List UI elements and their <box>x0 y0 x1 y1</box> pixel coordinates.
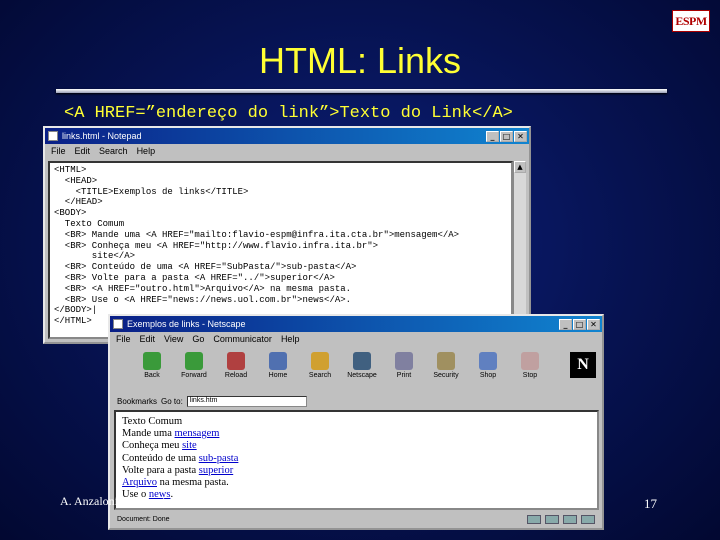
goto-label: Go to: <box>161 396 183 406</box>
menu-communicator[interactable]: Communicator <box>213 334 272 344</box>
page-line: Conheça meu site <box>122 440 591 452</box>
menu-edit[interactable]: Edit <box>75 146 91 156</box>
menu-file[interactable]: File <box>116 334 131 344</box>
menu-help[interactable]: Help <box>281 334 300 344</box>
minimize-button[interactable]: _ <box>559 318 572 330</box>
menu-view[interactable]: View <box>164 334 183 344</box>
page-line: Texto Comum <box>122 416 183 427</box>
line-text: Conheça meu <box>122 440 183 452</box>
line-text: Mande uma <box>122 428 175 440</box>
mensagem-link[interactable]: mensagem <box>175 428 220 439</box>
netscape-toolbar: Back Forward Reload Home Search Netscape… <box>113 349 599 393</box>
notepad-icon <box>48 131 58 141</box>
forward-button[interactable]: Forward <box>175 349 213 393</box>
navigator-icon[interactable] <box>527 514 541 524</box>
page-number: 17 <box>644 496 657 511</box>
reload-icon <box>227 352 245 370</box>
security-label: Security <box>433 372 459 379</box>
netscape-logo-icon: N <box>570 352 596 378</box>
netscape-title: Exemplos de links - Netscape <box>127 319 246 329</box>
bookmarks-button[interactable]: Bookmarks <box>117 397 157 406</box>
superior-link[interactable]: superior <box>199 465 233 476</box>
stop-label: Stop <box>522 372 538 379</box>
print-icon <box>395 352 413 370</box>
espm-logo: ESPM <box>672 10 710 32</box>
page-line: Volte para a pasta superior <box>122 465 591 477</box>
menu-go[interactable]: Go <box>192 334 204 344</box>
maximize-button[interactable]: □ <box>573 318 586 330</box>
forward-icon <box>185 352 203 370</box>
netscape-label: Netscape <box>347 372 377 379</box>
title-divider <box>56 89 667 93</box>
back-label: Back <box>144 372 160 379</box>
slide-title: HTML: Links <box>258 40 462 81</box>
reload-button[interactable]: Reload <box>217 349 255 393</box>
home-label: Home <box>268 372 288 379</box>
stop-icon <box>521 352 539 370</box>
component-tray <box>527 514 599 524</box>
notepad-title: links.html - Notepad <box>62 131 142 141</box>
netscape-icon <box>113 319 123 329</box>
netscape-titlebar[interactable]: Exemplos de links - Netscape _ □ ✕ <box>110 316 602 332</box>
search-label: Search <box>308 372 332 379</box>
back-icon <box>143 352 161 370</box>
notepad-scrollbar[interactable]: ▲ ▼ <box>513 161 526 339</box>
code-example: <A HREF=”endereço do link”>Texto do Link… <box>64 104 513 123</box>
notepad-menubar: File Edit Search Help <box>45 144 529 158</box>
lock-icon <box>437 352 455 370</box>
news-icon[interactable] <box>563 514 577 524</box>
minimize-button[interactable]: _ <box>486 130 499 142</box>
forward-label: Forward <box>181 372 207 379</box>
page-line: Mande uma mensagem <box>122 428 591 440</box>
netscape-button[interactable]: Netscape <box>343 349 381 393</box>
menu-edit[interactable]: Edit <box>140 334 156 344</box>
status-bar: Document: Done <box>113 512 599 526</box>
notepad-text-area[interactable]: <HTML> <HEAD> <TITLE>Exemplos de links</… <box>48 161 513 339</box>
line-text: na mesma pasta. <box>157 477 229 489</box>
netscape-guide-icon <box>353 352 371 370</box>
notepad-titlebar[interactable]: links.html - Notepad _ □ ✕ <box>45 128 529 144</box>
close-button[interactable]: ✕ <box>587 318 600 330</box>
composer-icon[interactable] <box>581 514 595 524</box>
mail-icon[interactable] <box>545 514 559 524</box>
home-icon <box>269 352 287 370</box>
netscape-menubar: File Edit View Go Communicator Help <box>110 332 602 346</box>
close-button[interactable]: ✕ <box>514 130 527 142</box>
location-bar: Bookmarks Go to: links.htm <box>113 394 599 408</box>
page-line: Conteúdo de uma sub-pasta <box>122 453 591 465</box>
shop-label: Shop <box>479 372 497 379</box>
print-label: Print <box>396 372 412 379</box>
shop-icon <box>479 352 497 370</box>
line-text: Volte para a pasta <box>122 464 199 476</box>
notepad-window[interactable]: links.html - Notepad _ □ ✕ File Edit Sea… <box>43 126 531 344</box>
maximize-button[interactable]: □ <box>500 130 513 142</box>
home-button[interactable]: Home <box>259 349 297 393</box>
shop-button[interactable]: Shop <box>469 349 507 393</box>
page-line: Arquivo na mesma pasta. <box>122 477 591 489</box>
back-button[interactable]: Back <box>133 349 171 393</box>
menu-file[interactable]: File <box>51 146 66 156</box>
location-field[interactable]: links.htm <box>186 395 307 407</box>
sub-pasta-link[interactable]: sub-pasta <box>199 453 239 464</box>
arquivo-link[interactable]: Arquivo <box>122 477 157 488</box>
reload-label: Reload <box>224 372 248 379</box>
search-icon <box>311 352 329 370</box>
scroll-up-icon[interactable]: ▲ <box>514 161 526 173</box>
search-button[interactable]: Search <box>301 349 339 393</box>
stop-button[interactable]: Stop <box>511 349 549 393</box>
site-link[interactable]: site <box>182 440 197 451</box>
status-text: Document: Done <box>117 515 170 523</box>
slide-footer: A. Anzaloni, C. Nascimento, F. Mendes, D… <box>60 494 302 508</box>
menu-search[interactable]: Search <box>99 146 128 156</box>
line-text: Conteúdo de uma <box>122 452 199 464</box>
menu-help[interactable]: Help <box>137 146 156 156</box>
security-button[interactable]: Security <box>427 349 465 393</box>
print-button[interactable]: Print <box>385 349 423 393</box>
